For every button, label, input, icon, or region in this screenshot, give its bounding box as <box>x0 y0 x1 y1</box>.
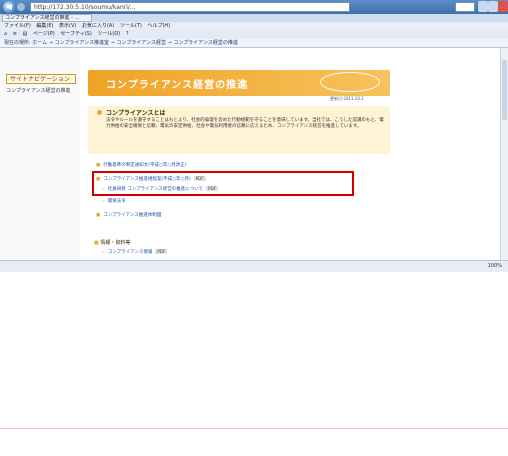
vertical-scrollbar[interactable] <box>500 48 508 260</box>
updated-date: 更新日:2011.10.1 <box>330 96 364 101</box>
menu-favorites[interactable]: お気に入り(A) <box>82 23 114 29</box>
active-tab[interactable]: コンプライアンス経営の推進 - ... <box>2 14 92 22</box>
link-item[interactable]: » コンプライアンス情報 PDF <box>102 249 168 255</box>
page-title: コンプライアンス経営の推進 <box>106 80 249 91</box>
menu-view[interactable]: 表示(V) <box>59 23 76 29</box>
page-banner: コンプライアンス経営の推進 <box>88 70 390 96</box>
zoom-level[interactable]: 100% <box>488 263 502 269</box>
back-button[interactable]: ◀ <box>3 1 15 13</box>
search-box[interactable] <box>455 2 475 12</box>
page-divider <box>0 428 508 429</box>
site-navigation-label: サイトナビゲーション <box>6 74 76 84</box>
minimize-button[interactable] <box>478 1 488 12</box>
command-page[interactable]: ページ(P) <box>33 31 55 37</box>
home-icon[interactable]: ⌂ <box>4 31 7 37</box>
feeds-icon[interactable]: ≡ <box>13 31 17 37</box>
forward-button[interactable] <box>17 3 25 11</box>
highlight-box <box>92 171 354 196</box>
browser-window: ◀ http://172.30.5.10/soumu/kanri/... コンプ… <box>0 0 508 272</box>
command-tools[interactable]: ツール(O) <box>97 31 120 37</box>
topic-title: コンプライアンスとは <box>106 110 166 117</box>
topic-text: 法令やルールを遵守することはもとより、社会的倫理を含めた行動規範を守ることを意味… <box>106 118 384 129</box>
banner-decoration <box>320 72 380 92</box>
title-bar: ◀ http://172.30.5.10/soumu/kanri/... <box>0 0 508 14</box>
menu-file[interactable]: ファイル(F) <box>4 23 31 29</box>
link-item[interactable]: ■ 行動基準の制定通知文(平成○年○月改正) <box>96 162 187 168</box>
left-nav-item[interactable]: コンプライアンス経営の推進 <box>6 87 71 94</box>
bullet-icon: ■ <box>96 163 101 168</box>
topic-bullet-icon <box>97 110 102 115</box>
close-button[interactable] <box>498 1 508 12</box>
link-item[interactable]: ■ コンプライアンス推進体制図 <box>96 212 161 218</box>
menu-bar: ファイル(F) 編集(E) 表示(V) お気に入り(A) ツール(T) ヘルプ(… <box>0 22 508 30</box>
maximize-button[interactable] <box>488 1 498 12</box>
arrow-icon: » <box>102 199 105 204</box>
status-bar: 100% <box>0 260 508 272</box>
help-icon[interactable]: ? <box>126 31 129 37</box>
left-navigation: サイトナビゲーション コンプライアンス経営の推進 <box>0 48 80 260</box>
menu-help[interactable]: ヘルプ(H) <box>147 23 170 29</box>
scroll-thumb[interactable] <box>502 60 507 120</box>
breadcrumb: 現在の場所: ホーム → コンプライアンス推進室 → コンプライアンス経営 → … <box>0 39 508 48</box>
arrow-icon: » <box>102 250 105 255</box>
menu-tools[interactable]: ツール(T) <box>120 23 142 29</box>
tab-strip: コンプライアンス経営の推進 - ... <box>0 14 508 22</box>
section-heading: ■ 情報・資料等 <box>94 240 131 246</box>
link-item[interactable]: » 関係法令 <box>102 198 126 204</box>
address-bar[interactable]: http://172.30.5.10/soumu/kanri/... <box>30 2 350 12</box>
menu-edit[interactable]: 編集(E) <box>36 23 53 29</box>
print-icon[interactable]: ▤ <box>23 31 28 37</box>
command-bar: ⌂ ≡ ▤ ページ(P) セーフティ(S) ツール(O) ? <box>0 30 508 39</box>
bullet-icon: ■ <box>96 213 101 218</box>
page-content: コンプライアンス経営の推進 更新日:2011.10.1 コンプライアンスとは 法… <box>80 48 508 260</box>
command-safety[interactable]: セーフティ(S) <box>60 31 91 37</box>
pdf-badge: PDF <box>155 249 168 254</box>
topic-box: コンプライアンスとは 法令やルールを遵守することはもとより、社会的倫理を含めた行… <box>88 106 390 154</box>
